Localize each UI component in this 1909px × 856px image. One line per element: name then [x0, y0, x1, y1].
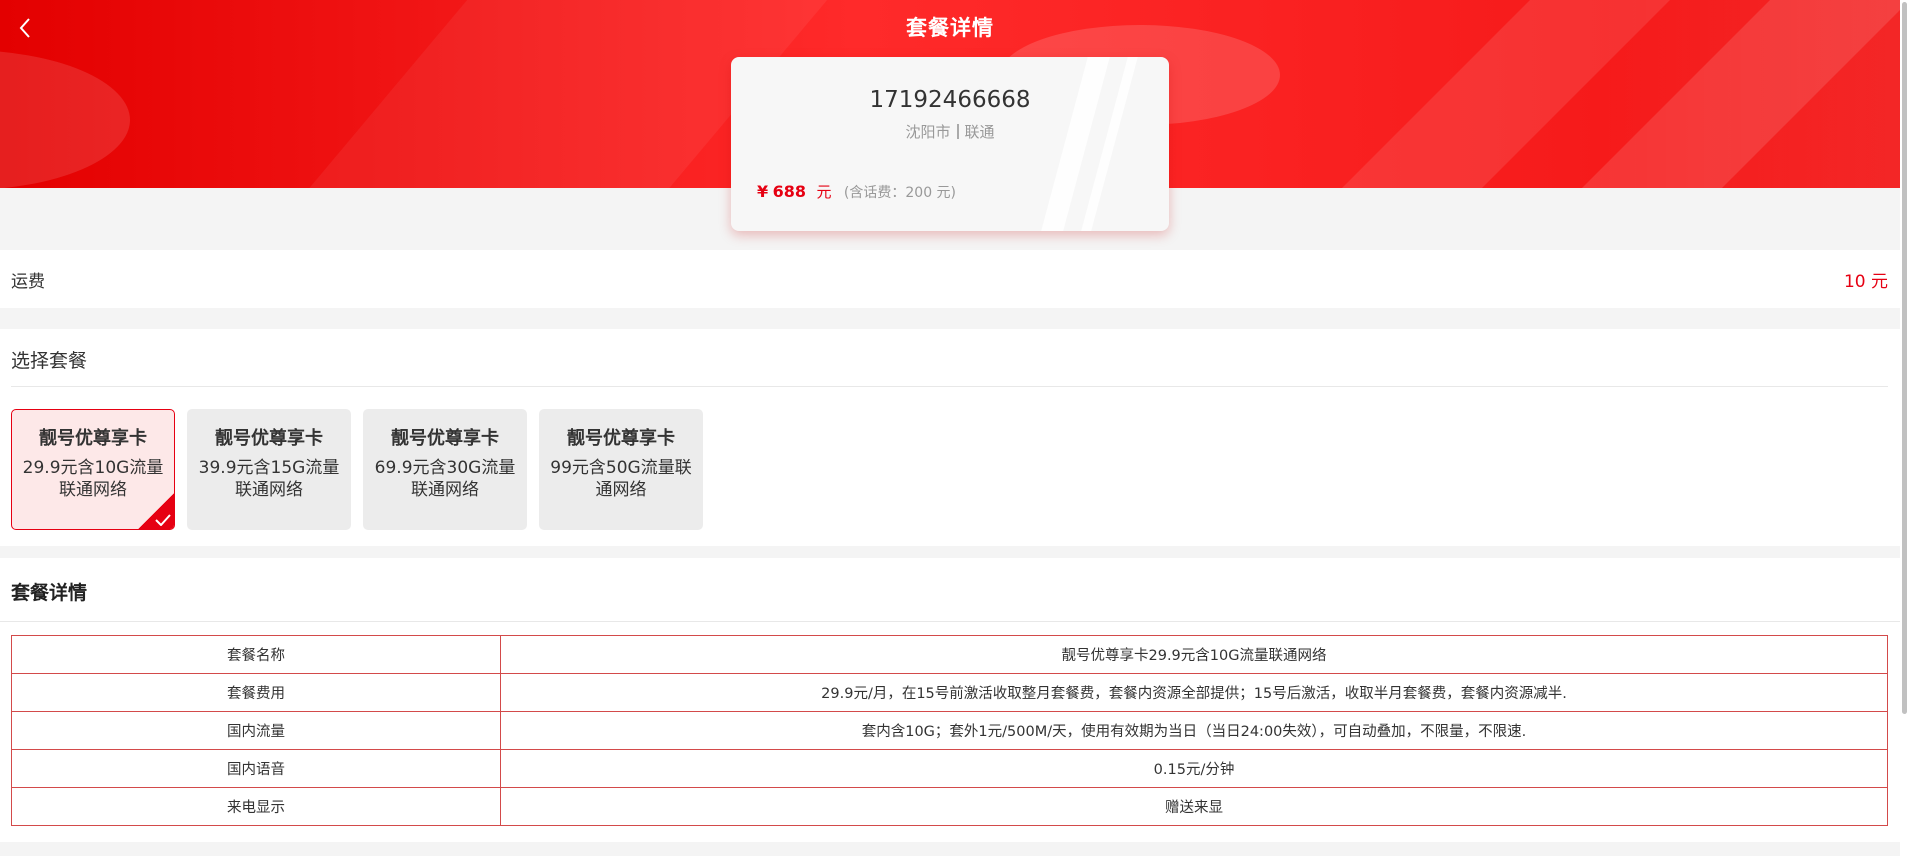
- row-key: 国内语音: [11, 749, 501, 788]
- row-value: 靓号优尊享卡29.9元含10G流量联通网络: [500, 635, 1888, 674]
- table-row: 国内语音 0.15元/分钟: [11, 749, 1888, 788]
- scrollbar[interactable]: [1900, 0, 1909, 856]
- carrier-label: 联通: [964, 123, 995, 141]
- number-location: 沈阳市 联通: [731, 121, 1169, 142]
- page-title: 套餐详情: [906, 16, 994, 40]
- divider: [11, 386, 1888, 387]
- row-key: 套餐名称: [11, 635, 501, 674]
- row-value: 0.15元/分钟: [500, 749, 1888, 788]
- number-card: 17192466668 沈阳市 联通 ¥ 688 元 (含话费：200 元): [731, 57, 1169, 231]
- card-decoration: [1028, 57, 1116, 231]
- row-value: 29.9元/月，在15号前激活收取整月套餐费，套餐内资源全部提供；15号后激活，…: [500, 673, 1888, 712]
- header-decoration: [0, 50, 130, 188]
- check-icon: [155, 514, 171, 526]
- price-unit: 元: [816, 183, 832, 201]
- location-separator: [956, 124, 959, 139]
- shipping-row: 运费 10 元: [0, 250, 1900, 308]
- phone-number: 17192466668: [869, 87, 1031, 113]
- shipping-value: 10 元: [1843, 272, 1888, 292]
- price-value: 688: [772, 182, 806, 201]
- row-value: 套内含10G；套外1元/500M/天，使用有效期为当日（当日24:00失效），可…: [500, 711, 1888, 750]
- row-key: 国内流量: [11, 711, 501, 750]
- row-key: 套餐费用: [11, 673, 501, 712]
- table-row: 国内流量 套内含10G；套外1元/500M/天，使用有效期为当日（当日24:00…: [11, 711, 1888, 750]
- plan-details: 套餐详情 套餐名称 靓号优尊享卡29.9元含10G流量联通网络 套餐费用 29.…: [0, 558, 1900, 842]
- plan-option-4[interactable]: 靓号优尊享卡 99元含50G流量联通网络: [539, 409, 703, 530]
- plan-options: 靓号优尊享卡 29.9元含10G流量联通网络 靓号优尊享卡 39.9元含15G流…: [11, 409, 703, 530]
- plan-selection: 选择套餐 靓号优尊享卡 29.9元含10G流量联通网络 靓号优尊享卡 39.9元…: [0, 329, 1900, 546]
- table-row: 来电显示 赠送来显: [11, 787, 1888, 826]
- plan-option-2[interactable]: 靓号优尊享卡 39.9元含15G流量联通网络: [187, 409, 351, 530]
- details-title: 套餐详情: [11, 582, 88, 604]
- plan-section-title: 选择套餐: [11, 350, 88, 372]
- price-note: (含话费：200 元): [843, 185, 957, 201]
- price-row: ¥ 688 元 (含话费：200 元): [757, 181, 956, 202]
- row-value: 赠送来显: [500, 787, 1888, 826]
- plan-description: 39.9元含15G流量联通网络: [198, 458, 340, 500]
- price-symbol: ¥: [757, 182, 769, 201]
- details-table: 套餐名称 靓号优尊享卡29.9元含10G流量联通网络 套餐费用 29.9元/月，…: [11, 635, 1888, 826]
- city-label: 沈阳市: [905, 123, 951, 141]
- plan-name: 靓号优尊享卡: [567, 428, 675, 449]
- selected-badge: [138, 493, 174, 529]
- scrollbar-thumb[interactable]: [1902, 2, 1907, 714]
- plan-option-1[interactable]: 靓号优尊享卡 29.9元含10G流量联通网络: [11, 409, 175, 530]
- shipping-label: 运费: [11, 272, 45, 292]
- plan-description: 99元含50G流量联通网络: [550, 458, 692, 500]
- plan-name: 靓号优尊享卡: [391, 428, 499, 449]
- plan-option-3[interactable]: 靓号优尊享卡 69.9元含30G流量联通网络: [363, 409, 527, 530]
- plan-name: 靓号优尊享卡: [39, 428, 147, 449]
- table-row: 套餐名称 靓号优尊享卡29.9元含10G流量联通网络: [11, 635, 1888, 674]
- plan-description: 69.9元含30G流量联通网络: [374, 458, 516, 500]
- plan-name: 靓号优尊享卡: [215, 428, 323, 449]
- row-key: 来电显示: [11, 787, 501, 826]
- table-row: 套餐费用 29.9元/月，在15号前激活收取整月套餐费，套餐内资源全部提供；15…: [11, 673, 1888, 712]
- divider: [0, 621, 1900, 622]
